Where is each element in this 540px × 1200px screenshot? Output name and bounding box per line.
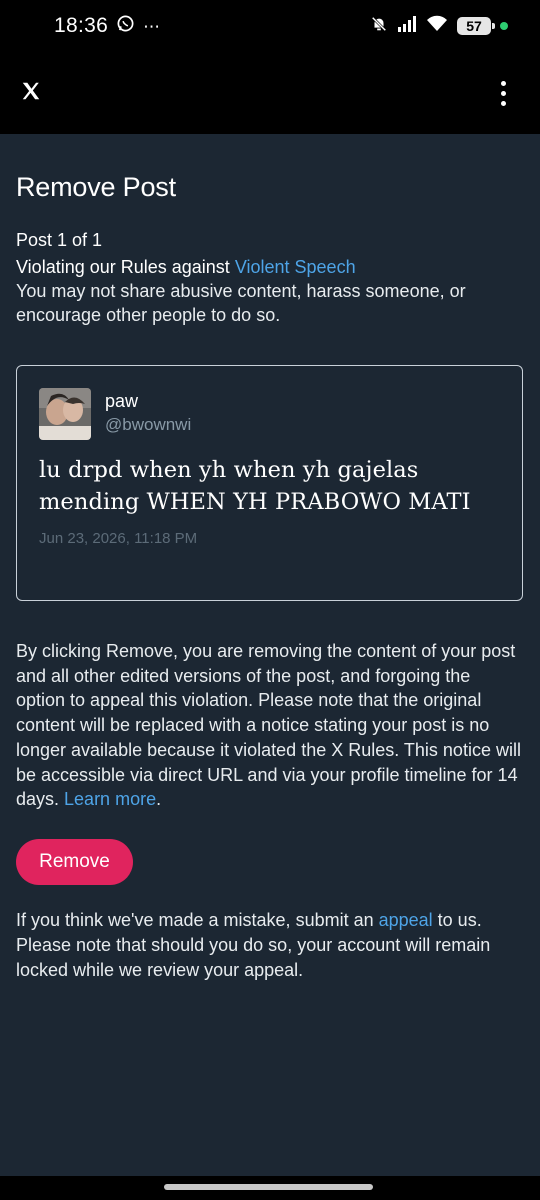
status-left: 18:36 ⋯: [54, 14, 160, 38]
avatar: [39, 388, 91, 440]
author-handle: @bwownwi: [105, 415, 192, 434]
remove-post-content: Remove Post Post 1 of 1 Violating our Ru…: [16, 134, 524, 983]
violation-description: You may not share abusive content, haras…: [16, 281, 466, 325]
appeal-prefix: If you think we've made a mistake, submi…: [16, 909, 379, 930]
tweet-text: lu drpd when yh when yh gajelas mending …: [39, 457, 471, 515]
status-time: 18:36: [54, 14, 109, 37]
battery-level: 57: [466, 18, 482, 34]
tweet-header: paw @bwownwi: [39, 388, 500, 440]
home-gesture-handle[interactable]: [164, 1184, 373, 1190]
explanation-suffix: .: [156, 789, 162, 810]
whatsapp-icon: [116, 14, 135, 38]
app-bar: [0, 52, 540, 134]
post-count: Post 1 of 1: [16, 230, 103, 250]
tweet-date: Jun 23, 2026, 11:18 PM: [39, 530, 198, 547]
privacy-indicator-dot: [500, 22, 508, 30]
tweet-card: paw @bwownwi lu drpd when yh when yh gaj…: [16, 365, 523, 601]
author-block: paw @bwownwi: [105, 388, 191, 436]
learn-more-link[interactable]: Learn more: [64, 789, 156, 809]
remove-explanation: By clicking Remove, you are removing the…: [16, 639, 524, 812]
gesture-nav-bar: [0, 1176, 540, 1200]
signal-icon: [397, 15, 417, 37]
battery-icon: 57: [457, 17, 495, 35]
violation-line: Violating our Rules against Violent Spee…: [16, 255, 524, 279]
appeal-text: If you think we've made a mistake, submi…: [16, 908, 524, 983]
violation-prefix: Violating our Rules against: [16, 257, 235, 277]
explanation-text: By clicking Remove, you are removing the…: [16, 641, 521, 810]
mute-bell-icon: [370, 15, 388, 38]
x-logo-icon[interactable]: [20, 80, 42, 107]
page-title: Remove Post: [16, 172, 176, 202]
status-right: 57: [370, 15, 508, 38]
more-dots-icon: ⋯: [143, 16, 161, 36]
status-bar: 18:36 ⋯ 57: [0, 0, 540, 52]
remove-button[interactable]: Remove: [16, 838, 133, 885]
wifi-icon: [426, 15, 448, 37]
violent-speech-link[interactable]: Violent Speech: [235, 257, 356, 277]
author-name: paw: [105, 391, 139, 411]
kebab-menu-icon[interactable]: [495, 77, 512, 110]
appeal-link[interactable]: appeal: [379, 910, 433, 930]
